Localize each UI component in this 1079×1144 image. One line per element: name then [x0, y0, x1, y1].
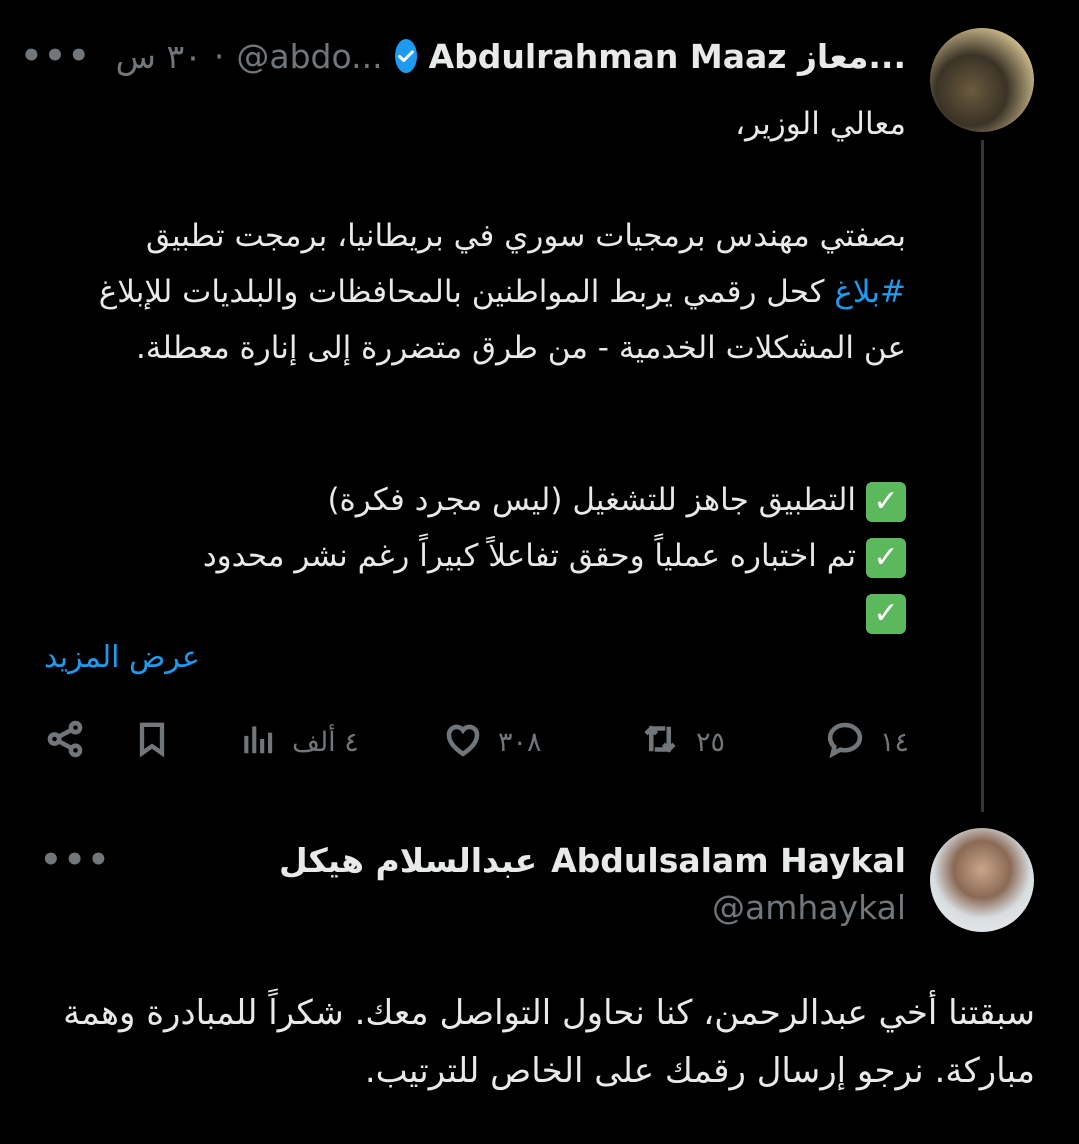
tweet1-body-post: كحل رقمي يربط المواطنين بالمحافظات والبل…	[98, 274, 906, 366]
views-icon	[240, 720, 278, 765]
tweet1-display-name[interactable]: Abdulrahman Maaz معاز...	[429, 37, 906, 76]
avatar-abdulrahman[interactable]	[930, 28, 1034, 132]
bookmark-button[interactable]	[132, 710, 172, 774]
tweet1-body-intro: معالي الوزير،	[735, 106, 906, 142]
tweet1-body-paragraph: بصفتي مهندس برمجيات سوري في بريطانيا، بر…	[86, 208, 906, 376]
check-item: ✓	[66, 584, 906, 640]
thread-line	[981, 140, 984, 812]
tweet1-separator: ·	[213, 36, 225, 76]
tweet2-header: Abdulsalam Haykal عبدالسلام هيكل •••	[40, 838, 906, 882]
replies-count: ١٤	[880, 726, 910, 758]
tweet1-header: Abdulrahman Maaz معاز... @abdo... · ٣٠ س…	[20, 34, 906, 78]
tweet1-action-bar: ٤ ألف ٣٠٨ ٢٥ ١٤	[44, 710, 909, 774]
tweet2-more-button[interactable]: •••	[40, 840, 111, 880]
check-mark-icon: ✓	[866, 481, 906, 522]
tweet1-check-list: ✓التطبيق جاهز للتشغيل (ليس مجرد فكرة) ✓ت…	[66, 472, 906, 640]
tweet2-display-name-en[interactable]: Abdulsalam Haykal	[551, 841, 906, 880]
reposts-count: ٢٥	[696, 726, 726, 758]
like-button[interactable]: ٣٠٨	[442, 710, 542, 774]
reply-icon	[824, 718, 866, 767]
tweet2-handle[interactable]: @amhaykal	[712, 888, 906, 927]
tweet1-handle[interactable]: @abdo...	[236, 37, 382, 76]
show-more-link[interactable]: عرض المزيد	[44, 640, 200, 675]
reply-button[interactable]: ١٤	[824, 710, 909, 774]
views-count: ٤ ألف	[292, 726, 359, 758]
avatar-abdulsalam[interactable]	[930, 828, 1034, 932]
check-mark-icon: ✓	[866, 537, 906, 578]
likes-count: ٣٠٨	[498, 726, 542, 758]
share-icon	[44, 718, 86, 767]
tweet1-body-pre: بصفتي مهندس برمجيات سوري في بريطانيا، بر…	[145, 218, 906, 254]
tweet1-more-button[interactable]: •••	[20, 36, 91, 76]
verified-badge-icon	[394, 39, 417, 73]
check-mark-icon: ✓	[866, 593, 906, 634]
hashtag-link[interactable]: #بلاغ	[834, 274, 906, 310]
bookmark-icon	[132, 719, 172, 766]
check-item: ✓التطبيق جاهز للتشغيل (ليس مجرد فكرة)	[66, 472, 906, 528]
views-button[interactable]: ٤ ألف	[240, 710, 359, 774]
repost-button[interactable]: ٢٥	[638, 710, 725, 774]
like-icon	[442, 718, 484, 767]
tweet2-body: سبقتنا أخي عبدالرحمن، كنا نحاول التواصل …	[63, 993, 1035, 1091]
check-item: ✓تم اختباره عملياً وحقق تفاعلاً كبيراً ر…	[66, 528, 906, 584]
tweet2-display-name-ar[interactable]: عبدالسلام هيكل	[279, 841, 537, 880]
share-button[interactable]	[44, 710, 86, 774]
repost-icon	[638, 718, 682, 767]
tweet1-time[interactable]: ٣٠ س	[116, 37, 202, 76]
